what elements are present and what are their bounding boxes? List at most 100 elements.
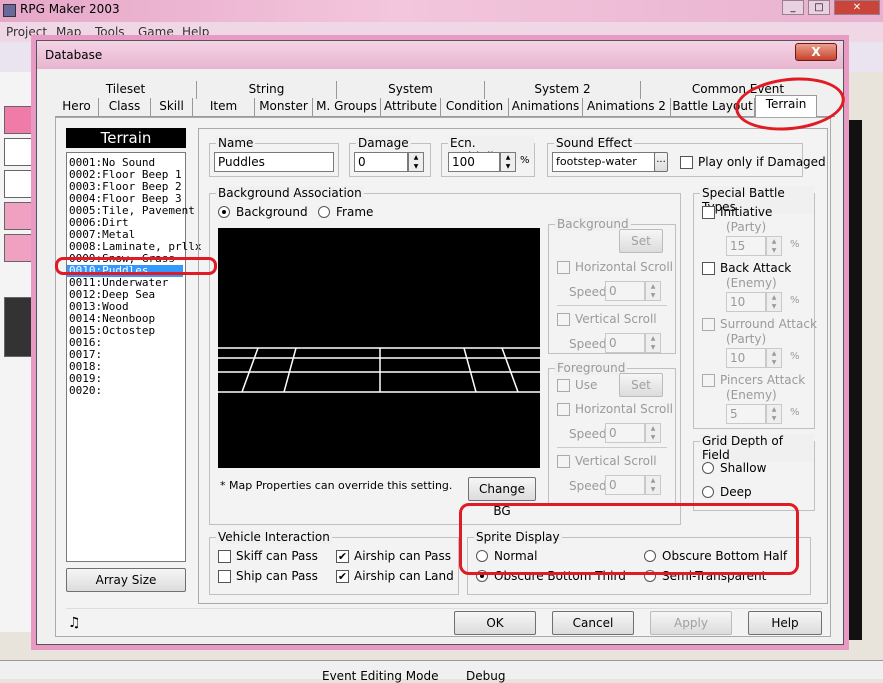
fg-hspeed-input[interactable]: 0 — [605, 423, 645, 443]
tab-item[interactable]: Item — [193, 98, 255, 116]
tab-system-2[interactable]: System 2 — [485, 81, 641, 99]
bg-vscroll-label: Vertical Scroll — [575, 312, 657, 326]
fg-vscroll-label: Vertical Scroll — [575, 454, 657, 468]
encounter-spinner[interactable]: ▲ ▼ — [500, 152, 516, 172]
help-button[interactable]: Help — [748, 611, 822, 635]
tab-row-2: Hero Class Skill Item Monster M. Groups … — [55, 95, 835, 117]
surround-pct: % — [790, 351, 800, 362]
menu-help[interactable]: Help — [182, 25, 209, 39]
tab-system[interactable]: System — [337, 81, 485, 99]
sound-input[interactable]: footstep-water — [552, 152, 656, 172]
tile-swatch[interactable] — [4, 138, 32, 166]
tab-m-groups[interactable]: M. Groups — [313, 98, 381, 116]
array-size-button[interactable]: Array Size — [66, 568, 186, 592]
menu-game[interactable]: Game — [138, 25, 174, 39]
play-damaged-label: Play only if Damaged — [698, 155, 826, 169]
tab-class[interactable]: Class — [99, 98, 151, 116]
tab-animations-2[interactable]: Animations 2 — [583, 98, 671, 116]
surround-checkbox[interactable] — [702, 318, 715, 331]
foreground-subgroup: Foreground Use Set Horizontal Scroll Spe… — [548, 361, 676, 506]
surround-input[interactable]: 10 — [726, 348, 766, 368]
fg-vspeed-input[interactable]: 0 — [605, 475, 645, 495]
bg-vspeed-input[interactable]: 0 — [605, 333, 645, 353]
bg-hspeed-spinner[interactable]: ▲ ▼ — [645, 281, 661, 301]
initiative-sub: (Party) — [726, 220, 767, 234]
encounter-input[interactable]: 100 — [448, 152, 500, 172]
back-attack-input[interactable]: 10 — [726, 292, 766, 312]
tile-swatch[interactable] — [4, 106, 32, 134]
tab-monster[interactable]: Monster — [255, 98, 313, 116]
tile-swatch[interactable] — [4, 202, 32, 230]
fg-use-checkbox[interactable] — [557, 379, 570, 392]
back-attack-spinner[interactable]: ▲ ▼ — [766, 292, 782, 312]
tile-swatch[interactable] — [4, 297, 32, 357]
frame-radio[interactable] — [318, 206, 330, 218]
ship-checkbox[interactable] — [218, 570, 231, 583]
tab-tileset[interactable]: Tileset — [55, 81, 197, 99]
fg-hscroll-checkbox[interactable] — [557, 403, 570, 416]
tab-animations[interactable]: Animations — [509, 98, 583, 116]
dialog-close-button[interactable]: X — [795, 43, 837, 61]
button-bar: ♫ OK Cancel Apply Help — [66, 608, 822, 636]
tab-condition[interactable]: Condition — [441, 98, 509, 116]
fg-set-button[interactable]: Set — [619, 373, 663, 397]
tile-palette[interactable] — [0, 72, 38, 632]
airship-land-checkbox[interactable]: ✔ — [336, 570, 349, 583]
background-preview — [218, 228, 540, 468]
bg-hscroll-checkbox[interactable] — [557, 261, 570, 274]
bg-vscroll-checkbox[interactable] — [557, 313, 570, 326]
tab-skill[interactable]: Skill — [151, 98, 193, 116]
list-item[interactable]: 0020: — [69, 385, 102, 397]
tab-attribute[interactable]: Attribute — [381, 98, 441, 116]
fg-vspeed-spinner[interactable]: ▲ ▼ — [645, 475, 661, 495]
change-bg-button[interactable]: Change BG — [468, 477, 536, 518]
list-header: Terrain — [66, 128, 186, 148]
back-attack-checkbox[interactable] — [702, 262, 715, 275]
tab-hero[interactable]: Hero — [55, 98, 99, 116]
skiff-checkbox[interactable] — [218, 550, 231, 563]
minimize-icon[interactable]: _ — [782, 0, 804, 15]
tile-swatch[interactable] — [4, 234, 32, 262]
back-attack-pct: % — [790, 295, 800, 306]
pincers-input[interactable]: 5 — [726, 404, 766, 424]
bg-hspeed-input[interactable]: 0 — [605, 281, 645, 301]
play-damaged-checkbox[interactable] — [680, 156, 693, 169]
initiative-input[interactable]: 15 — [726, 236, 766, 256]
deep-label: Deep — [720, 485, 752, 499]
tab-string[interactable]: String — [197, 81, 337, 99]
deep-radio[interactable] — [702, 486, 714, 498]
fg-hspeed-label: Speed — [569, 427, 607, 441]
encounter-group: Ecn. Multiplier 100 ▲▼ % — [441, 136, 535, 177]
app-title: RPG Maker 2003 — [20, 2, 120, 16]
apply-button[interactable]: Apply — [650, 611, 732, 635]
maximize-icon[interactable]: □ — [808, 0, 830, 15]
menu-map[interactable]: Map — [56, 25, 81, 39]
music-note-icon[interactable]: ♫ — [68, 615, 81, 631]
surround-spinner[interactable]: ▲ ▼ — [766, 348, 782, 368]
terrain-list[interactable]: 0001:No Sound 0002:Floor Beep 1 0003:Floor… — [66, 152, 201, 562]
divider — [557, 447, 667, 448]
pincers-checkbox[interactable] — [702, 374, 715, 387]
fg-vscroll-checkbox[interactable] — [557, 455, 570, 468]
airship-pass-checkbox[interactable]: ✔ — [336, 550, 349, 563]
background-radio[interactable] — [218, 206, 230, 218]
pincers-spinner[interactable]: ▲ ▼ — [766, 404, 782, 424]
menu-project[interactable]: Project — [6, 25, 47, 39]
bg-set-button[interactable]: Set — [619, 229, 663, 253]
close-icon[interactable]: ✕ — [834, 0, 880, 15]
fg-vspeed-label: Speed — [569, 479, 607, 493]
name-input[interactable]: Puddles — [214, 152, 334, 172]
menu-tools[interactable]: Tools — [95, 25, 125, 39]
ok-button[interactable]: OK — [454, 611, 536, 635]
bg-vspeed-spinner[interactable]: ▲ ▼ — [645, 333, 661, 353]
initiative-checkbox[interactable] — [702, 206, 715, 219]
shallow-radio[interactable] — [702, 462, 714, 474]
initiative-spinner[interactable]: ▲ ▼ — [766, 236, 782, 256]
sound-group: Sound Effect footstep-water ... Play onl… — [547, 136, 826, 177]
cancel-button[interactable]: Cancel — [552, 611, 634, 635]
damage-spinner[interactable]: ▲ ▼ — [408, 152, 424, 172]
damage-input[interactable]: 0 — [354, 152, 408, 172]
tile-swatch[interactable] — [4, 170, 32, 198]
fg-hspeed-spinner[interactable]: ▲ ▼ — [645, 423, 661, 443]
sound-browse-button[interactable]: ... — [654, 152, 668, 172]
